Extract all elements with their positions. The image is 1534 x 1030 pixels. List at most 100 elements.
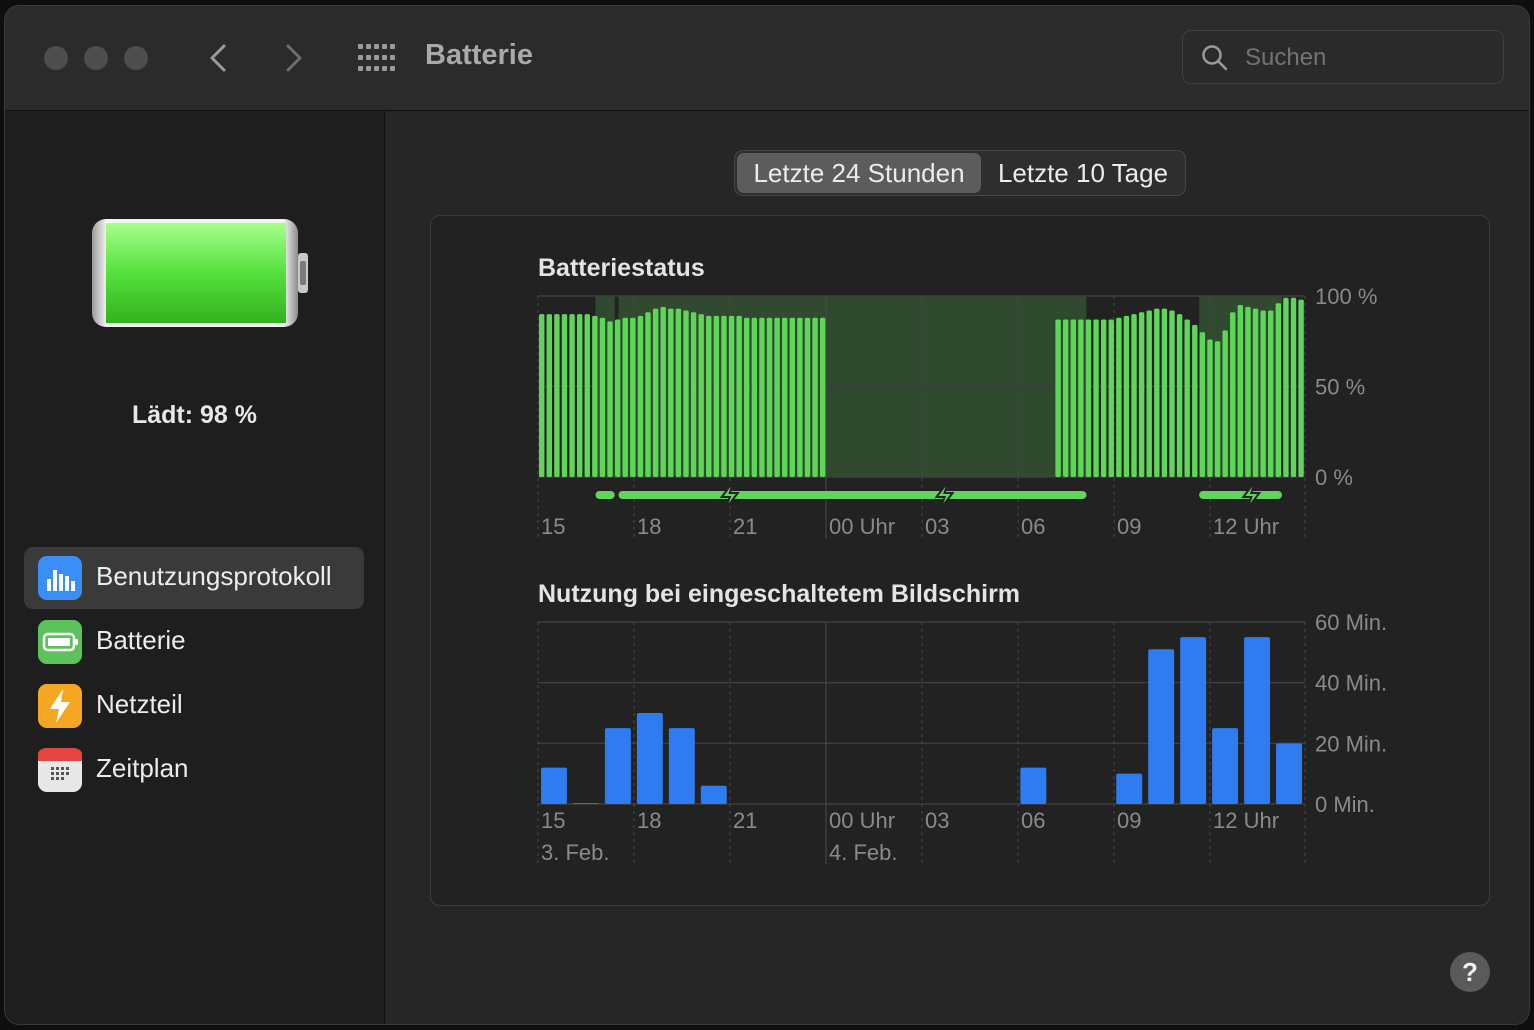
usage-bar <box>541 767 567 804</box>
battery-level-bar <box>1146 310 1152 477</box>
usage-x-tick-label: 03 <box>925 808 949 833</box>
battery-level-bar <box>622 317 628 477</box>
main-content: Letzte 24 Stunden Letzte 10 Tage Batteri… <box>385 111 1529 1024</box>
battery-level-bar <box>804 317 811 477</box>
usage-chart-title: Nutzung bei eingeschaltetem Bildschirm <box>538 580 1020 608</box>
battery-level-bar <box>1207 339 1213 477</box>
battery-level-bar <box>1298 299 1304 477</box>
battery-level-bar <box>1070 319 1076 477</box>
calendar-icon <box>38 748 82 792</box>
usage-x-tick-label: 18 <box>637 808 661 833</box>
tab-last-10-days[interactable]: Letzte 10 Tage <box>983 153 1183 193</box>
battery-y-tick-label: 0 % <box>1315 465 1353 490</box>
battery-level-bar <box>766 317 773 477</box>
show-all-button[interactable] <box>356 42 395 74</box>
battery-y-tick-label: 50 % <box>1315 375 1365 400</box>
battery-level-bar <box>599 317 606 477</box>
charging-indicator-bar <box>1199 491 1282 499</box>
usage-date-label: 4. Feb. <box>829 840 897 865</box>
usage-bar <box>1244 637 1271 804</box>
battery-level-bar <box>1062 319 1069 477</box>
forward-button[interactable] <box>274 38 314 78</box>
battery-level-bar <box>614 319 621 477</box>
zoom-window-button[interactable] <box>124 46 148 70</box>
battery-level-bar <box>630 317 636 477</box>
battery-level-icon <box>92 219 308 327</box>
battery-level-bar <box>637 315 644 477</box>
charts-panel: Batteriestatus 100 % 50 % 0 % 15 18 21 00 Uhr 03… <box>430 215 1490 906</box>
title-bar: Batterie <box>5 6 1529 111</box>
preferences-window: Batterie Suchen Lädt: 98 % Benutzungspro… <box>5 6 1529 1024</box>
battery-level-bar <box>652 308 659 477</box>
battery-level-bar <box>1214 341 1221 477</box>
battery-level-bar <box>683 310 689 477</box>
help-button[interactable]: ? <box>1450 952 1490 992</box>
battery-level-bar <box>1245 306 1251 477</box>
battery-level-bar <box>1237 305 1244 477</box>
battery-level-bar <box>1154 308 1160 477</box>
usage-x-tick-label: 15 <box>541 808 565 833</box>
usage-y-tick-label: 0 Min. <box>1315 792 1375 817</box>
usage-date-label: 3. Feb. <box>541 840 609 865</box>
battery-level-bar <box>554 314 560 477</box>
battery-x-tick-label: 00 Uhr <box>829 514 895 539</box>
battery-level-bar <box>819 317 826 477</box>
battery-level-bar <box>1184 319 1190 477</box>
sidebar-item-batterie[interactable]: Batterie <box>24 611 364 673</box>
battery-level-bar <box>546 314 552 477</box>
sidebar-item-zeitplan[interactable]: Zeitplan <box>24 739 364 801</box>
battery-level-bar <box>751 317 758 477</box>
battery-level-bar <box>690 312 697 477</box>
battery-level-bar <box>645 312 651 477</box>
battery-level-bar <box>1222 330 1228 477</box>
sidebar-item-label: Batterie <box>96 625 186 655</box>
battery-level-bar <box>698 314 704 477</box>
battery-y-tick-label: 100 % <box>1315 284 1377 309</box>
battery-level-bar <box>713 315 720 477</box>
search-field[interactable] <box>1182 30 1504 84</box>
battery-level-bar <box>1100 319 1107 477</box>
minimize-window-button[interactable] <box>84 46 108 70</box>
battery-x-tick-label: 15 <box>541 514 565 539</box>
battery-x-tick-label: 18 <box>637 514 661 539</box>
close-window-button[interactable] <box>44 46 68 70</box>
battery-level-bar <box>675 308 682 477</box>
battery-level-bar <box>1192 324 1198 477</box>
usage-x-tick-label: 12 Uhr <box>1213 808 1279 833</box>
battery-level-bar <box>584 314 590 477</box>
battery-level-bar <box>569 314 575 477</box>
search-icon <box>1202 45 1228 71</box>
battery-level-bar <box>706 315 712 477</box>
battery-x-tick-label: 21 <box>733 514 757 539</box>
charging-bolt-icon <box>1241 480 1262 510</box>
window-title: Batterie <box>425 39 533 71</box>
sidebar-item-benutzungsprotokoll[interactable]: Benutzungsprotokoll <box>24 547 364 609</box>
battery-level-bar <box>1176 314 1183 477</box>
usage-x-tick-label: 21 <box>733 808 757 833</box>
back-button[interactable] <box>199 38 239 78</box>
battery-x-tick-label: 12 Uhr <box>1213 514 1279 539</box>
tab-last-24-hours[interactable]: Letzte 24 Stunden <box>737 153 981 193</box>
usage-x-tick-label: 09 <box>1117 808 1141 833</box>
chevron-right-icon <box>286 44 302 72</box>
battery-icon <box>38 620 82 664</box>
battery-level-bar <box>782 317 788 477</box>
battery-level-bar <box>1116 317 1122 477</box>
usage-y-tick-label: 20 Min. <box>1315 731 1387 756</box>
charging-indicator-bar <box>618 491 1087 499</box>
battery-level-bar <box>1131 314 1137 477</box>
battery-level-bar <box>668 308 674 477</box>
sidebar-item-netzteil[interactable]: Netzteil <box>24 675 364 737</box>
usage-history-icon <box>38 556 82 600</box>
search-input[interactable] <box>1243 39 1487 77</box>
usage-x-tick-label: 00 Uhr <box>829 808 895 833</box>
usage-bar <box>1148 649 1175 804</box>
battery-level-bar <box>660 306 666 477</box>
battery-chart-title: Batteriestatus <box>538 254 705 282</box>
charging-bolt-icon <box>934 480 955 510</box>
usage-bar <box>1212 728 1239 804</box>
charge-status: Lädt: 98 % <box>131 401 258 429</box>
battery-level-bar <box>1260 310 1266 477</box>
battery-level-bar <box>1123 315 1130 477</box>
battery-level-bar <box>576 314 583 477</box>
